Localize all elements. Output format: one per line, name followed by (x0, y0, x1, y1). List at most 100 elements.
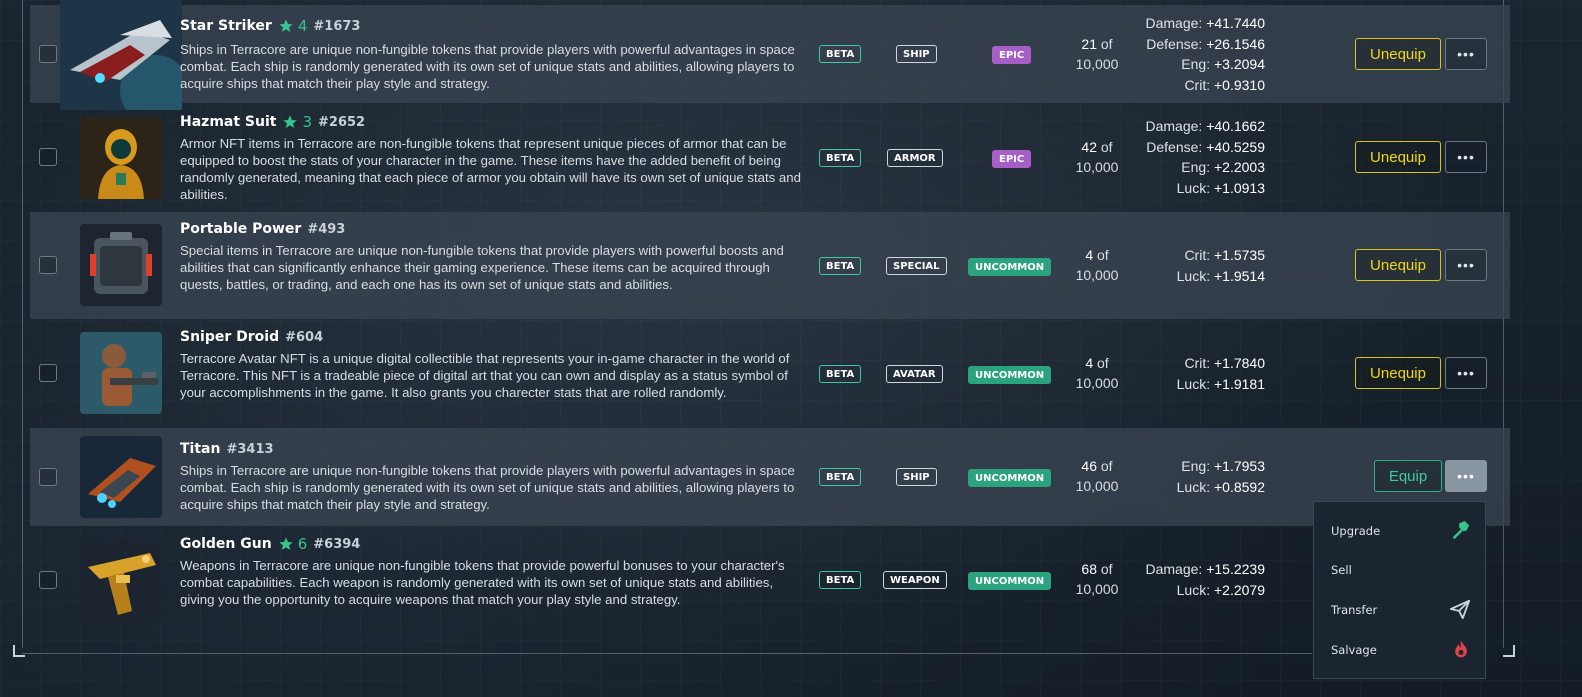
menu-item-label: Upgrade (1331, 524, 1381, 538)
beta-badge: BETA (819, 571, 862, 589)
frame-corner-bottom-right (1503, 645, 1515, 657)
stat-line: Luck: +0.8592 (1176, 478, 1265, 495)
power-cell-icon (80, 224, 162, 306)
item-image (80, 224, 162, 306)
menu-item-label: Transfer (1331, 603, 1378, 617)
type-badge: SHIP (896, 45, 937, 63)
stat-line: Luck: +1.0913 (1176, 179, 1265, 196)
menu-item-sell[interactable]: Sell (1314, 550, 1485, 590)
item-image (80, 117, 162, 199)
stat-line: Luck: +1.9181 (1176, 375, 1265, 392)
more-options-button[interactable]: ••• (1445, 249, 1487, 281)
item-description: Weapons in Terracore are unique non-fung… (180, 558, 785, 607)
item-name: Star Striker (180, 18, 272, 34)
menu-item-salvage[interactable]: Salvage (1314, 630, 1485, 670)
item-stats: Damage: +15.2239 Luck: +2.2079 (1105, 559, 1266, 600)
stat-line: Eng: +2.2003 (1181, 159, 1265, 175)
item-image (80, 539, 162, 621)
frame-corner-bottom-left (13, 645, 25, 657)
item-context-menu: Upgrade Sell Transfer Salvage (1313, 501, 1486, 679)
item-level: 3 (302, 113, 313, 131)
item-stats: Crit: +1.7840 Luck: +1.9181 (1105, 353, 1265, 394)
droid-avatar-icon (80, 332, 162, 414)
menu-item-transfer[interactable]: Transfer (1314, 590, 1485, 630)
gun-icon (80, 539, 162, 621)
type-badge: SHIP (896, 468, 937, 486)
row-checkbox[interactable] (39, 571, 57, 589)
row-checkbox[interactable] (39, 364, 57, 382)
rarity-badge: UNCOMMON (968, 469, 1052, 487)
unequip-button[interactable]: Unequip (1355, 357, 1441, 389)
row-checkbox[interactable] (39, 45, 57, 63)
item-stats: Eng: +1.7953 Luck: +0.8592 (1105, 456, 1265, 497)
star-icon (278, 536, 294, 552)
flame-icon (1451, 638, 1471, 663)
item-number: #493 (307, 221, 346, 237)
inventory-row: Titan #3413 Ships in Terracore are uniqu… (30, 428, 1510, 526)
item-name: Titan (180, 441, 221, 457)
unequip-button[interactable]: Unequip (1355, 249, 1441, 281)
stat-line: Defense: +26.1546 (1146, 35, 1265, 52)
item-number: #2652 (318, 114, 366, 130)
menu-item-label: Sell (1331, 563, 1352, 577)
item-stats: Damage: +41.7440 Defense: +26.1546 Eng: … (1105, 13, 1266, 95)
item-image (60, 0, 182, 110)
beta-badge: BETA (819, 468, 862, 486)
item-description: Special items in Terracore are unique no… (180, 243, 784, 292)
type-badge: ARMOR (887, 149, 943, 167)
beta-badge: BETA (819, 257, 862, 275)
stat-line: Crit: +0.9310 (1184, 76, 1265, 93)
item-name: Sniper Droid (180, 329, 280, 345)
stat-line: Eng: +1.7953 (1181, 458, 1265, 474)
type-badge: AVATAR (886, 365, 943, 383)
item-stats: Damage: +40.1662 Defense: +40.5259 Eng: … (1105, 116, 1266, 198)
item-level: 6 (297, 535, 308, 553)
stat-line: Eng: +3.2094 (1181, 56, 1265, 72)
item-description: Terracore Avatar NFT is a unique digital… (180, 351, 790, 400)
hammer-icon (1449, 519, 1471, 544)
unequip-button[interactable]: Unequip (1355, 141, 1441, 173)
item-stats: Crit: +1.5735 Luck: +1.9514 (1105, 245, 1265, 286)
item-name: Golden Gun (180, 536, 272, 552)
more-options-button[interactable]: ••• (1445, 141, 1487, 173)
inventory-row: Portable Power #493 Special items in Ter… (30, 212, 1510, 319)
item-description: Ships in Terracore are unique non-fungib… (180, 42, 795, 91)
item-description: Armor NFT items in Terracore are non-fun… (180, 136, 801, 202)
star-icon (282, 114, 298, 130)
row-checkbox[interactable] (39, 468, 57, 486)
inventory-row: Hazmat Suit 3 #2652 Armor NFT items in T… (30, 104, 1510, 211)
item-image (80, 332, 162, 414)
beta-badge: BETA (819, 365, 862, 383)
inventory-row: Sniper Droid #604 Terracore Avatar NFT i… (30, 320, 1510, 426)
rarity-badge: UNCOMMON (968, 572, 1052, 590)
stat-line: Crit: +1.7840 (1184, 355, 1265, 371)
stat-line: Crit: +1.5735 (1184, 247, 1265, 263)
item-name: Portable Power (180, 221, 302, 237)
more-options-button[interactable]: ••• (1445, 357, 1487, 389)
item-description: Ships in Terracore are unique non-fungib… (180, 463, 795, 512)
type-badge: SPECIAL (886, 257, 947, 275)
unequip-button[interactable]: Unequip (1355, 38, 1441, 70)
row-checkbox[interactable] (39, 148, 57, 166)
row-checkbox[interactable] (39, 256, 57, 274)
more-options-button[interactable]: ••• (1445, 460, 1487, 492)
stat-line: Damage: +41.7440 (1145, 15, 1266, 31)
beta-badge: BETA (819, 149, 862, 167)
menu-item-upgrade[interactable]: Upgrade (1314, 511, 1485, 551)
equip-button[interactable]: Equip (1374, 460, 1442, 492)
type-badge: WEAPON (883, 571, 947, 589)
stat-line: Luck: +1.9514 (1176, 267, 1265, 284)
stat-line: Luck: +2.2079 (1176, 581, 1265, 598)
rarity-badge: UNCOMMON (968, 366, 1052, 384)
item-name: Hazmat Suit (180, 114, 277, 130)
rarity-badge: UNCOMMON (968, 258, 1052, 276)
beta-badge: BETA (819, 45, 862, 63)
item-number: #604 (285, 329, 324, 345)
more-options-button[interactable]: ••• (1445, 38, 1487, 70)
menu-item-label: Salvage (1331, 643, 1377, 657)
stat-line: Damage: +40.1662 (1145, 118, 1266, 134)
paper-plane-icon (1449, 598, 1471, 623)
item-number: #6394 (313, 536, 361, 552)
rarity-badge: EPIC (992, 150, 1032, 168)
item-image (80, 436, 162, 518)
